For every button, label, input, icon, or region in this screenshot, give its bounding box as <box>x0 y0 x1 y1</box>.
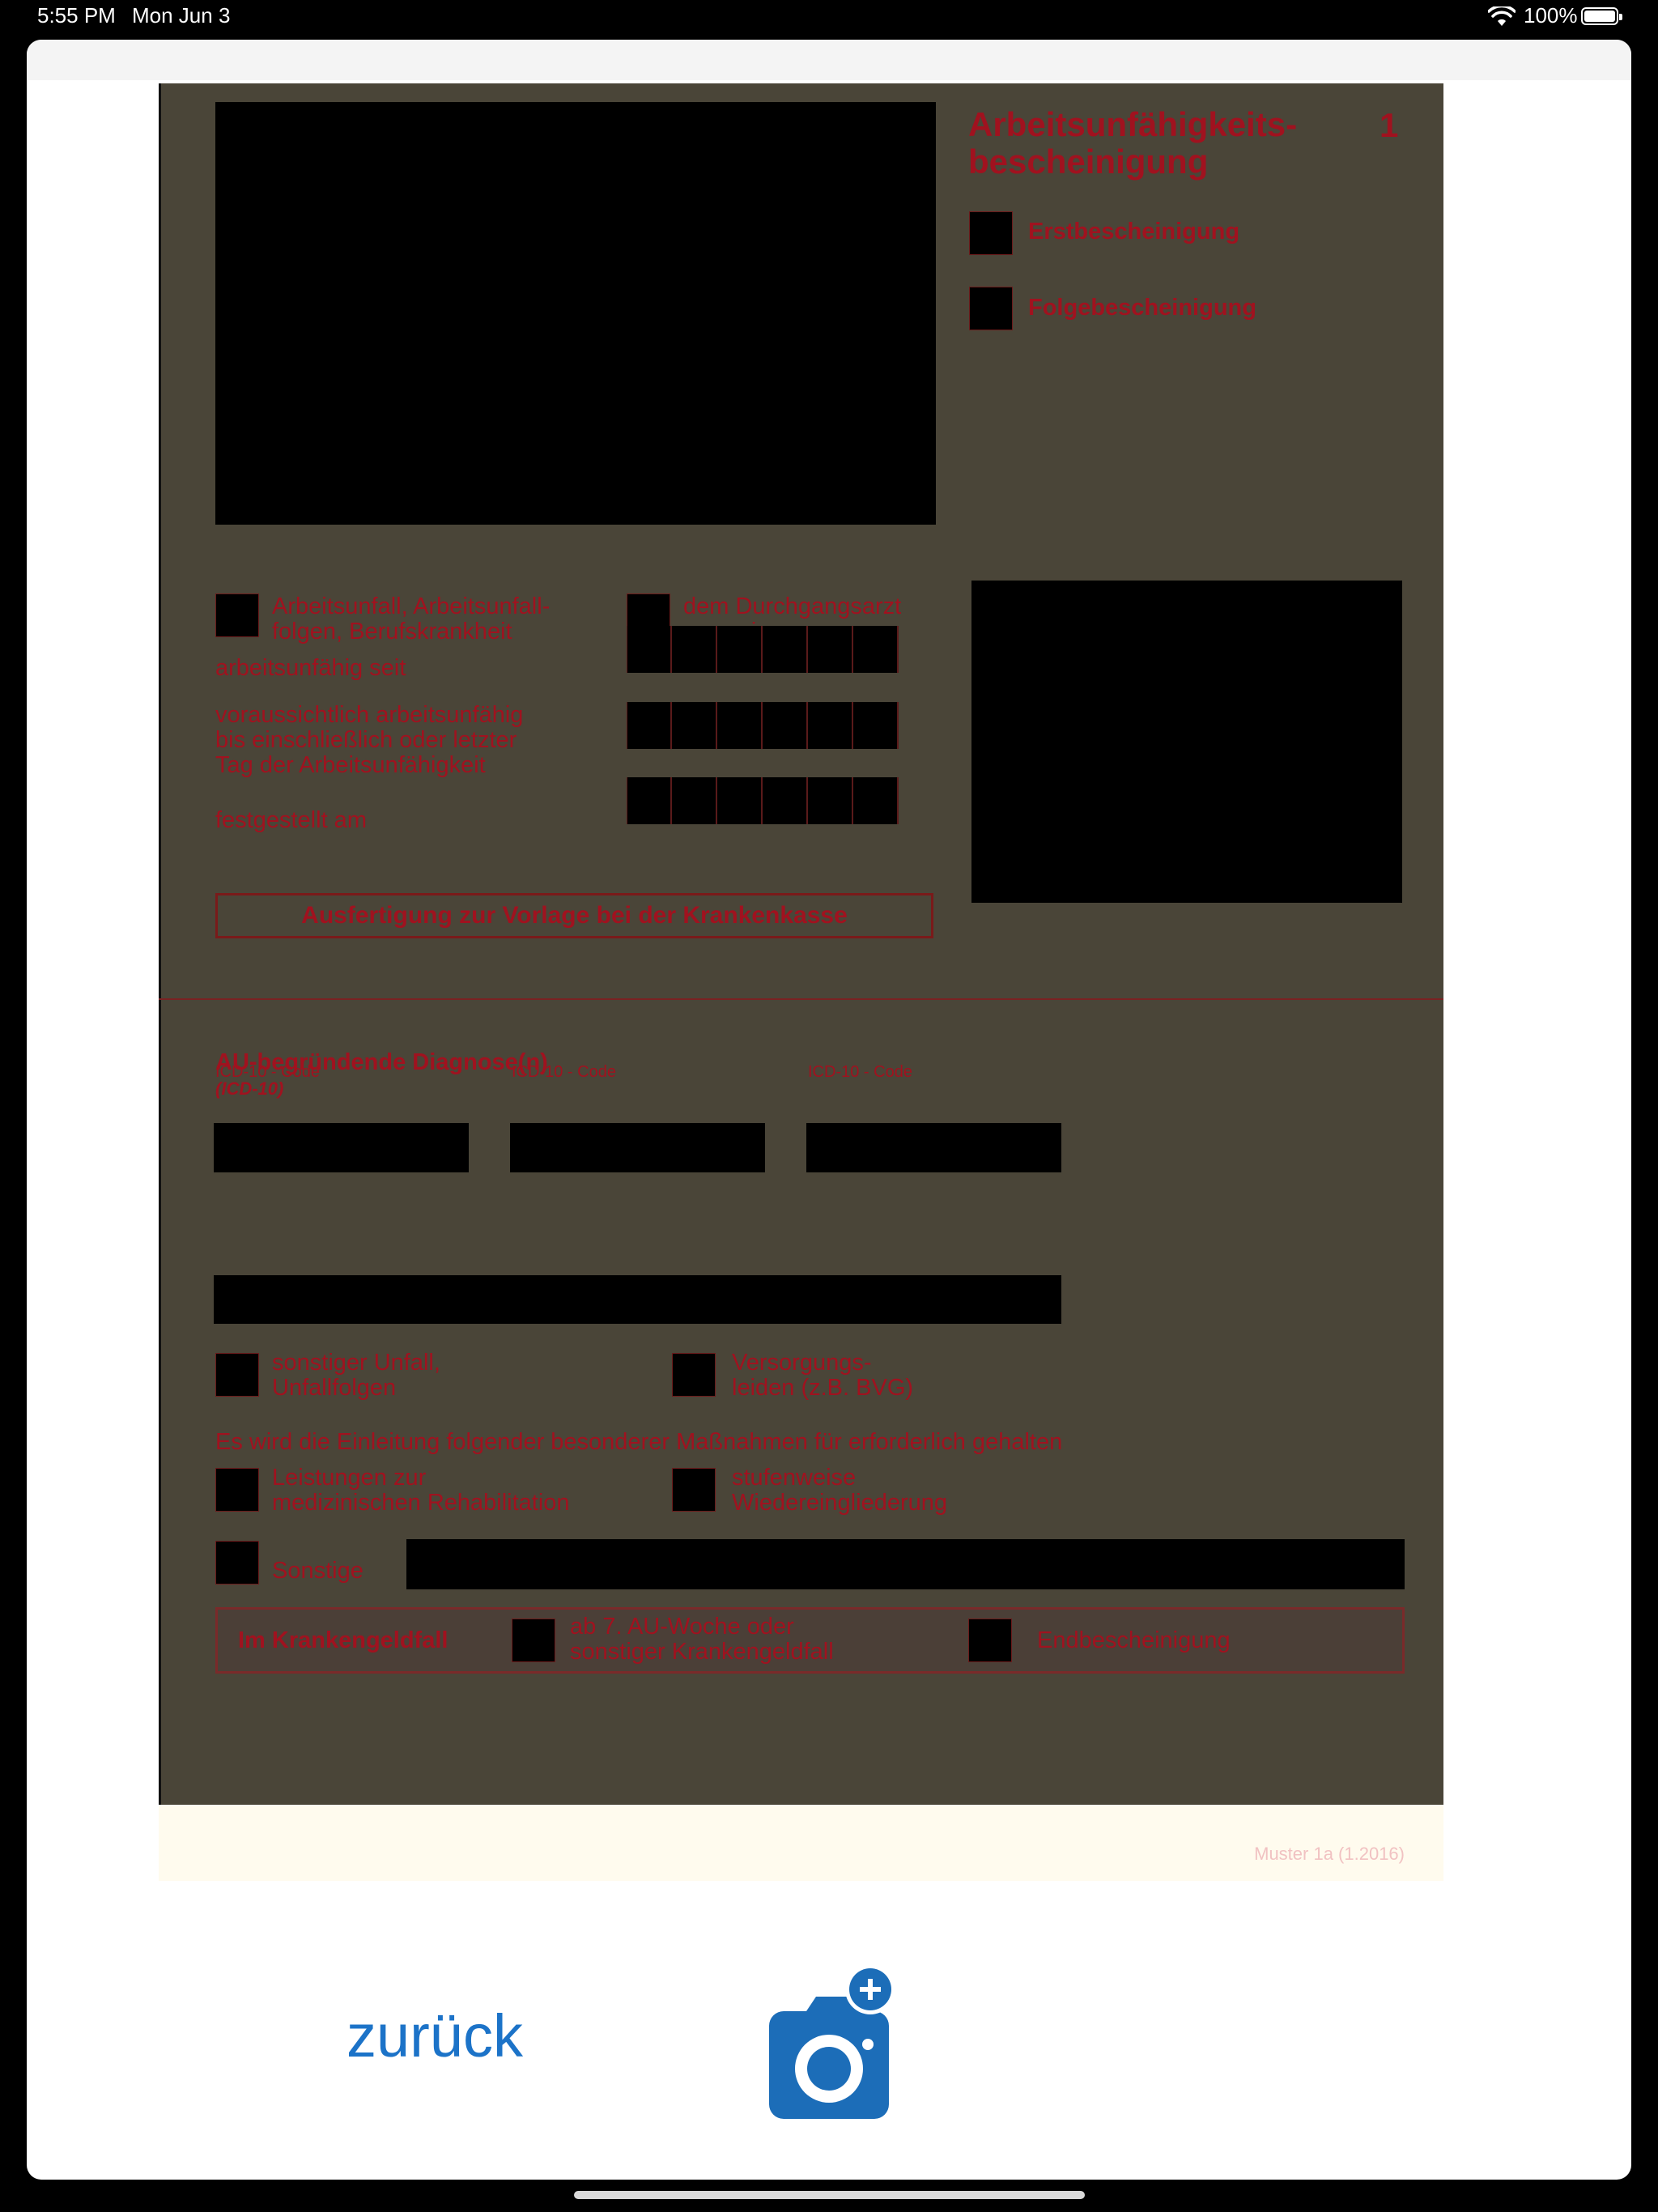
checkbox-erstbescheinigung <box>969 211 1013 255</box>
diagnosis-text-field <box>214 1275 1061 1324</box>
label-folgebescheinigung: Folgebescheinigung <box>1028 295 1256 321</box>
checkbox-wiedereingliederung <box>672 1468 716 1512</box>
document-photo: Arbeitsunfähigkeits- bescheinigung 1 Ers… <box>159 83 1443 1805</box>
label-voraussichtlich: voraussichtlich arbeitsunfähig bis einsc… <box>215 702 524 778</box>
battery-icon <box>1581 7 1622 25</box>
document-title: Arbeitsunfähigkeits- bescheinigung <box>968 105 1298 181</box>
document-number: 1 <box>1380 106 1399 144</box>
wifi-icon <box>1488 6 1516 26</box>
checkbox-folgebescheinigung <box>969 287 1013 330</box>
label-rehabilitation: Leistungen zur medizinischen Rehabilitat… <box>272 1465 570 1516</box>
battery-percent: 100% <box>1524 3 1578 28</box>
sonstige-text-field <box>406 1539 1405 1589</box>
label-arbeitsunfall: Arbeitsunfall, Arbeitsunfall- folgen, Be… <box>272 593 551 644</box>
redacted-stamp-block <box>971 581 1402 903</box>
icd-field <box>214 1123 469 1170</box>
label-krankengeldfall: Im Krankengeldfall <box>238 1627 449 1653</box>
measures-heading: Es wird die Einleitung folgender besonde… <box>215 1429 1063 1455</box>
checkbox-rehabilitation <box>215 1468 259 1512</box>
back-button[interactable]: zurück <box>346 2001 523 2070</box>
icd-field <box>510 1123 765 1170</box>
muster-label: Muster 1a (1.2016) <box>1254 1844 1405 1864</box>
home-indicator <box>574 2191 1085 2199</box>
notice-box: Ausfertigung zur Vorlage bei der Kranken… <box>215 893 933 938</box>
document-photo-bottom: Muster 1a (1.2016) <box>159 1805 1443 1881</box>
checkbox-sonstiger-unfall <box>215 1353 259 1397</box>
label-versorgungsleiden: Versorgungs- leiden (z.B. BVG) <box>732 1350 914 1401</box>
label-ab-7-woche: ab 7. AU-Woche oder sonstiger Krankengel… <box>570 1614 834 1665</box>
date-field-determined <box>627 777 899 824</box>
label-wiedereingliederung: stufenweise Wiedereingliederung <box>732 1465 947 1516</box>
label-arbeitsunfaehig-seit: arbeitsunfähig seit <box>215 655 406 681</box>
label-erstbescheinigung: Erstbescheinigung <box>1028 219 1240 245</box>
status-date: Mon Jun 3 <box>132 3 231 28</box>
checkbox-versorgungsleiden <box>672 1353 716 1397</box>
date-field-since <box>627 626 899 673</box>
checkbox-ab-7-woche <box>512 1619 555 1662</box>
label-sonstige: Sonstige <box>272 1558 363 1584</box>
icd-label: ICD-10 - Code <box>512 1063 616 1081</box>
label-endbescheinigung: Endbescheinigung <box>1037 1627 1231 1653</box>
status-time: 5:55 PM <box>37 3 116 28</box>
label-festgestellt: festgestellt am <box>215 807 367 833</box>
date-field-until <box>627 702 899 749</box>
redacted-patient-block <box>215 102 936 525</box>
icd-label: ICD-10 - Code <box>808 1063 912 1081</box>
checkbox-sonstige <box>215 1541 259 1585</box>
section-divider <box>159 998 1443 1000</box>
status-bar: 5:55 PM Mon Jun 3 100% <box>0 0 1658 36</box>
camera-add-icon[interactable] <box>748 1965 910 2127</box>
checkbox-arbeitsunfall <box>215 593 259 637</box>
icd-field <box>806 1123 1061 1170</box>
sheet-header <box>27 40 1631 80</box>
checkbox-endbescheinigung <box>968 1619 1012 1662</box>
icd-label: ICD-10 - Code <box>215 1063 320 1081</box>
label-sonstiger-unfall: sonstiger Unfall, Unfallfolgen <box>272 1350 440 1401</box>
